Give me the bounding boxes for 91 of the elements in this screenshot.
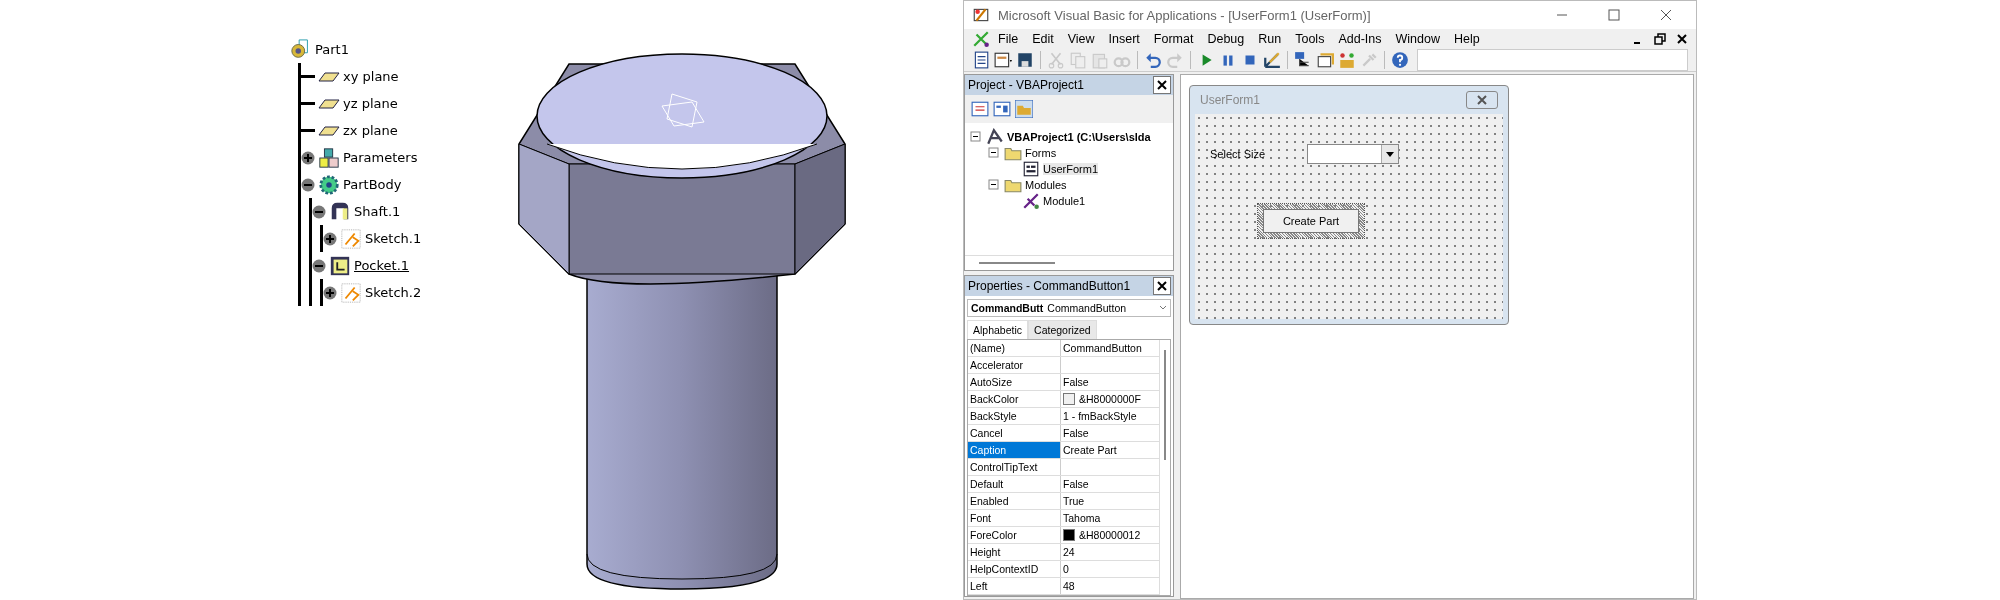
property-name[interactable]: BackStyle — [968, 408, 1061, 424]
sketch-icon — [340, 281, 362, 304]
expand-icon[interactable] — [323, 285, 337, 300]
sketch-icon — [340, 227, 362, 250]
collapse-icon[interactable] — [301, 177, 315, 192]
module-icon — [1022, 192, 1040, 210]
tree-item[interactable]: Module1 — [1043, 195, 1086, 207]
property-value[interactable]: &H80000012 — [1079, 527, 1141, 543]
property-value[interactable]: False — [1063, 476, 1089, 492]
property-name[interactable]: Accelerator — [968, 357, 1061, 373]
tree-item[interactable]: Sketch.2 — [365, 285, 422, 300]
property-name[interactable]: Left — [968, 578, 1061, 594]
pane-title: Project - VBAProject1 — [968, 78, 1085, 92]
gear-icon — [318, 173, 340, 196]
menu-item[interactable]: Format — [1147, 30, 1200, 49]
expand-icon[interactable] — [301, 150, 315, 165]
pane-title: Properties - CommandButton1 — [968, 279, 1131, 293]
property-name[interactable]: Font — [968, 510, 1061, 526]
property-name[interactable]: HelpContextID — [968, 561, 1061, 577]
menu-item[interactable]: File — [992, 30, 1025, 49]
property-name[interactable]: ForeColor — [968, 527, 1061, 543]
close-icon[interactable] — [1153, 76, 1171, 94]
pocket-icon — [329, 254, 351, 277]
menu-item[interactable]: Add-Ins — [1332, 30, 1388, 49]
property-value[interactable]: 24 — [1063, 544, 1075, 560]
tree-item[interactable]: Forms — [1025, 147, 1057, 159]
property-value[interactable]: 0 — [1063, 561, 1069, 577]
property-name[interactable]: Caption — [968, 442, 1061, 458]
property-name[interactable]: AutoSize — [968, 374, 1061, 390]
property-value[interactable]: Create Part — [1063, 442, 1117, 458]
tree-item[interactable]: yz plane — [343, 96, 398, 111]
property-name[interactable]: Height — [968, 544, 1061, 560]
help-icon[interactable] — [1391, 51, 1409, 69]
restore-icon[interactable] — [1654, 33, 1666, 46]
property-name[interactable]: Cancel — [968, 425, 1061, 441]
tree-item[interactable]: Modules — [1025, 179, 1067, 191]
form-icon — [1022, 160, 1040, 178]
undo-icon[interactable] — [1144, 51, 1162, 69]
property-value[interactable]: CommandButton — [1063, 340, 1142, 356]
property-value[interactable]: 1 - fmBackStyle — [1063, 408, 1137, 424]
tree-item[interactable]: Part1 — [315, 42, 349, 57]
property-name[interactable]: Enabled — [968, 493, 1061, 509]
collapse-icon[interactable] — [987, 178, 1001, 192]
property-value[interactable]: Tahoma — [1063, 510, 1101, 526]
close-icon[interactable] — [1153, 277, 1171, 295]
tree-item[interactable]: UserForm1 — [1043, 163, 1098, 175]
expand-icon[interactable] — [323, 231, 337, 246]
menu-item[interactable]: Help — [1447, 30, 1486, 49]
property-name[interactable]: (Name) — [968, 340, 1061, 356]
close-icon[interactable] — [1676, 33, 1688, 46]
tree-item[interactable]: Shaft.1 — [354, 204, 401, 219]
menu-item[interactable]: Run — [1252, 30, 1288, 49]
caret-icon[interactable] — [1386, 151, 1394, 157]
property-name[interactable]: Default — [968, 476, 1061, 492]
tree-item[interactable]: Parameters — [343, 150, 418, 165]
view-object-icon[interactable] — [993, 100, 1011, 118]
menu-item[interactable]: View — [1061, 30, 1101, 49]
property-value[interactable]: False — [1063, 425, 1089, 441]
menu-item[interactable]: Window — [1389, 30, 1446, 49]
menu-item[interactable]: Debug — [1201, 30, 1251, 49]
plane-icon — [318, 71, 340, 82]
collapse-icon[interactable] — [969, 130, 983, 144]
tab[interactable]: Alphabetic — [967, 320, 1029, 339]
tree-item[interactable]: VBAProject1 (C:\Users\slda — [1007, 131, 1151, 143]
tree-item[interactable]: PartBody — [343, 177, 402, 192]
form-title: UserForm1 — [1200, 93, 1260, 107]
property-value[interactable]: &H8000000F — [1079, 391, 1141, 407]
tree-item[interactable]: Pocket.1 — [354, 258, 410, 273]
menu-item[interactable]: Insert — [1102, 30, 1146, 49]
form-label: Select Size — [1210, 148, 1267, 160]
menu-item[interactable]: Tools — [1289, 30, 1331, 49]
tab[interactable]: Categorized — [1028, 320, 1097, 339]
object-dropdown[interactable]: CommandButt CommandButton — [967, 299, 1171, 317]
plane-icon — [318, 98, 340, 109]
plane-icon — [318, 125, 340, 136]
property-value[interactable]: True — [1063, 493, 1085, 509]
property-name[interactable]: ControlTipText — [968, 459, 1061, 475]
blocks-icon — [318, 146, 340, 169]
menu-item[interactable]: Edit — [1026, 30, 1060, 49]
collapse-icon[interactable] — [312, 258, 326, 273]
view-code-icon[interactable] — [971, 100, 989, 118]
tree-item[interactable]: Sketch.1 — [365, 231, 422, 246]
collapse-icon[interactable] — [987, 146, 1001, 160]
collapse-icon[interactable] — [312, 204, 326, 219]
property-name[interactable]: BackColor — [968, 391, 1061, 407]
property-value[interactable]: False — [1063, 374, 1089, 390]
window-title: Microsoft Visual Basic for Applications - [UserForm1 (UserForm)] — [998, 7, 1372, 23]
tree-item[interactable]: zx plane — [343, 123, 398, 138]
property-value[interactable]: 48 — [1063, 578, 1075, 594]
save-icon[interactable] — [1016, 51, 1034, 69]
tree-item[interactable]: xy plane — [343, 69, 399, 84]
